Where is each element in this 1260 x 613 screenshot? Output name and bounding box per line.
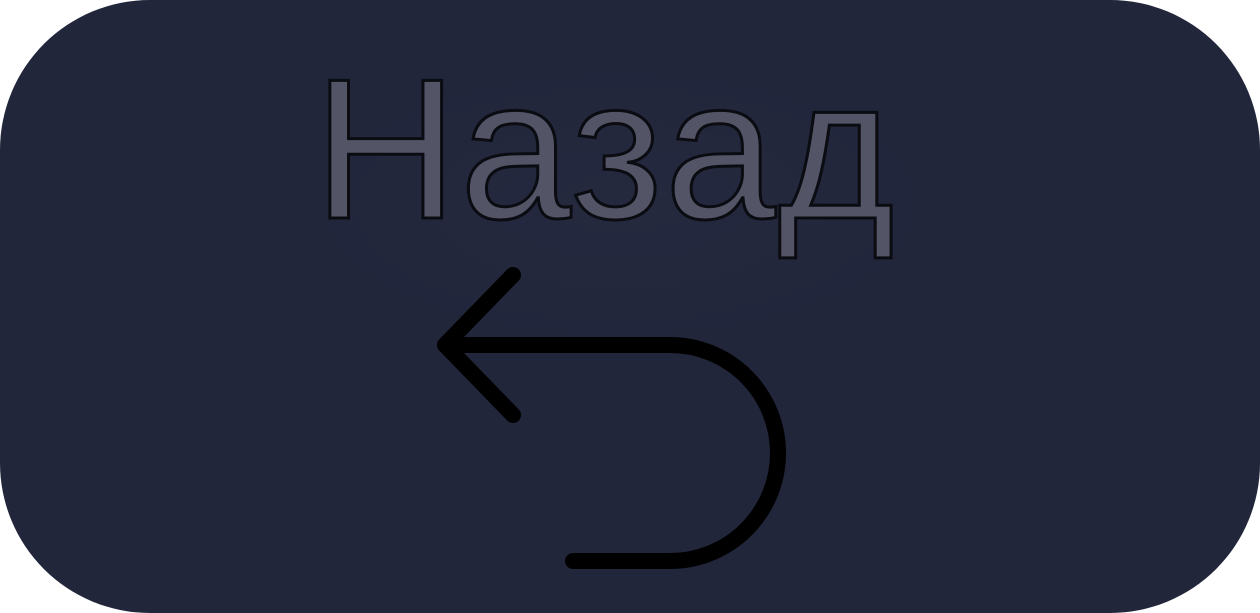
- back-button[interactable]: Назад: [0, 0, 1260, 613]
- back-button-label: Назад: [312, 38, 897, 261]
- back-arrow-icon: [437, 267, 786, 569]
